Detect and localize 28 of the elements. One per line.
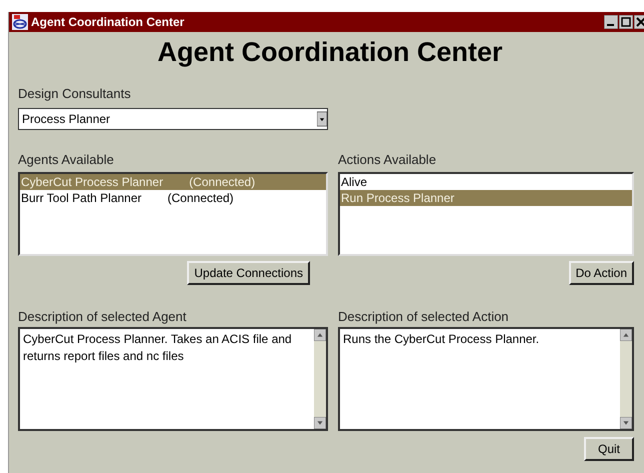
update-connections-button[interactable]: Update Connections: [187, 261, 310, 285]
dropdown-arrow-icon[interactable]: [317, 109, 327, 129]
app-icon: [12, 14, 28, 30]
minimize-icon[interactable]: [604, 15, 618, 29]
agent-description-area[interactable]: CyberCut Process Planner. Takes an ACIS file and returns report files and nc files: [18, 327, 328, 431]
quit-button[interactable]: Quit: [584, 437, 634, 461]
maximize-icon[interactable]: [619, 15, 633, 29]
consultant-dropdown[interactable]: Process Planner: [18, 108, 328, 130]
scroll-down-icon[interactable]: [620, 417, 632, 429]
scrollbar[interactable]: [314, 329, 326, 429]
field-label: Description of selected Action: [338, 309, 510, 326]
scroll-up-icon[interactable]: [314, 329, 326, 341]
agent-list-item[interactable]: CyberCut Process Planner (Connected): [20, 174, 326, 190]
field-label: Description of selected Agent: [18, 309, 188, 326]
close-icon[interactable]: [634, 15, 644, 29]
window-title: Agent Coordination Center: [31, 15, 186, 29]
do-action-button[interactable]: Do Action: [568, 261, 634, 285]
list-label: Actions Available: [338, 152, 438, 169]
field-label: Design Consultants: [18, 86, 132, 101]
action-description-area[interactable]: Runs the CyberCut Process Planner.: [338, 327, 634, 431]
heading: Agent Coordination Center: [156, 36, 504, 68]
action-list-item[interactable]: Run Process Planner: [340, 190, 632, 206]
action-list-item[interactable]: Alive: [340, 174, 632, 190]
scroll-down-icon[interactable]: [314, 417, 326, 429]
list-label: Agents Available: [18, 152, 115, 169]
scrollbar[interactable]: [620, 329, 632, 429]
agent-list-item[interactable]: Burr Tool Path Planner (Connected): [20, 190, 326, 206]
scroll-up-icon[interactable]: [620, 329, 632, 341]
